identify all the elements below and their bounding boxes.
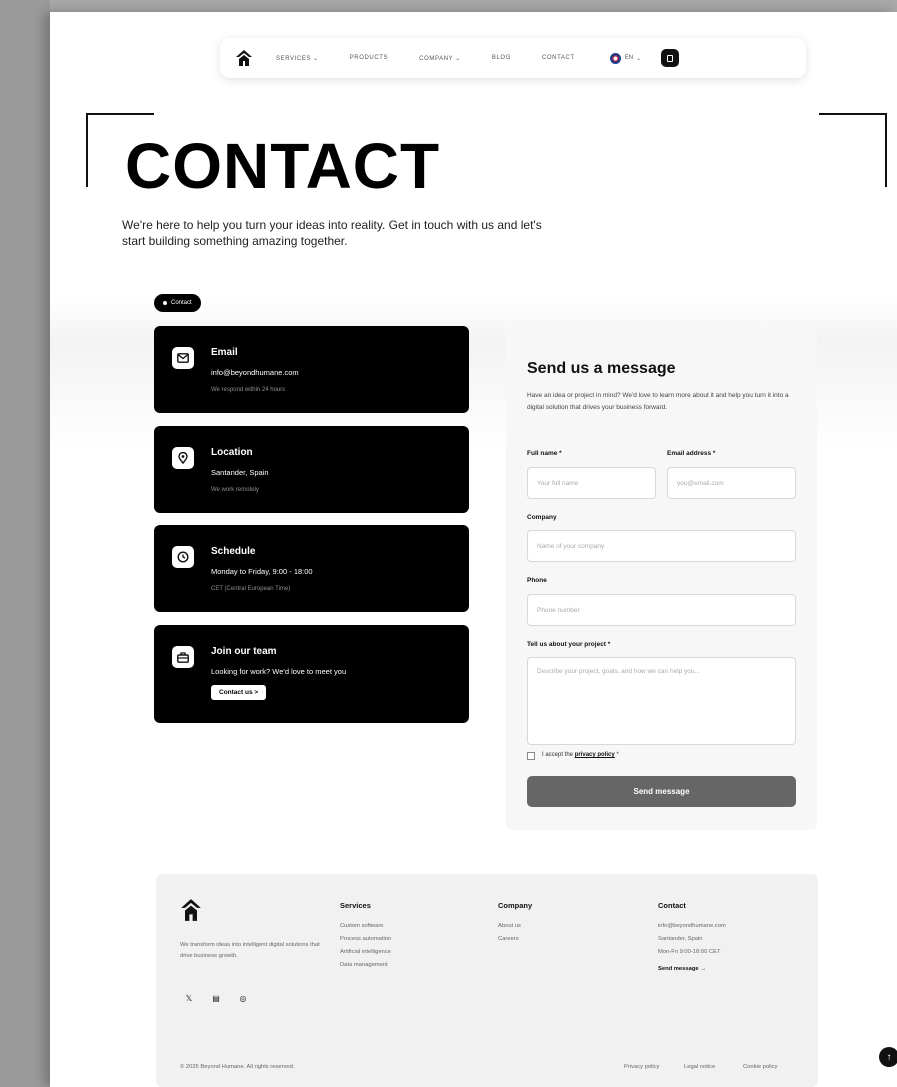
footer-heading: Contact	[658, 901, 686, 910]
footer-heading: Services	[340, 901, 371, 910]
intro-text: We're here to help you turn your ideas i…	[122, 218, 542, 248]
card-subtext: We work remotely	[211, 487, 259, 493]
company-label: Company	[527, 514, 557, 521]
logo-icon[interactable]	[234, 48, 254, 68]
card-title: Join our team	[211, 646, 277, 657]
project-label: Tell us about your project *	[527, 641, 611, 648]
full-name-label: Full name *	[527, 450, 562, 457]
card-value: Santander, Spain	[211, 468, 269, 477]
nav-item-services[interactable]: SERVICES ⌄	[276, 55, 319, 62]
project-textarea[interactable]: Describe your project, goals, and how we…	[527, 657, 796, 745]
language-label: EN	[624, 55, 634, 61]
footer-hours: Mon-Fri 9:00-18:00 CET	[658, 949, 721, 955]
copyright-text: © 2025 Beyond Humane. All rights reserve…	[180, 1064, 295, 1070]
card-subtext: We respond within 24 hours	[211, 387, 286, 393]
chevron-down-icon: ⌄	[313, 55, 319, 62]
nav-item-contact[interactable]: CONTACT	[542, 55, 575, 61]
dot-icon	[163, 301, 167, 305]
footer-services-column: Services Custom software Process automat…	[340, 901, 391, 972]
background-shade	[0, 0, 50, 1087]
footer-link[interactable]: Custom software	[340, 920, 391, 933]
footer-contact-column: Contact info@beyondhumane.com Santander,…	[658, 901, 726, 976]
company-input[interactable]: Name of your company	[527, 530, 796, 562]
top-navigation: SERVICES ⌄ PRODUCTS COMPANY ⌄ BLOG CONTACT…	[220, 38, 806, 78]
phone-label: Phone	[527, 577, 547, 584]
section-badge: Contact	[154, 294, 201, 312]
footer-link[interactable]: Artificial intelligence	[340, 946, 391, 959]
footer-company-column: Company About us Careers	[498, 901, 532, 946]
card-value: Monday to Friday, 9:00 - 18:00	[211, 567, 313, 576]
instagram-icon[interactable]: ◎	[235, 990, 251, 1006]
footer-heading: Company	[498, 901, 533, 910]
privacy-policy-footer-link[interactable]: Privacy policy	[624, 1064, 659, 1070]
card-title: Schedule	[211, 546, 256, 557]
nav-item-products[interactable]: PRODUCTS	[350, 55, 388, 61]
email-input[interactable]: you@email.com	[667, 467, 796, 499]
uk-flag-icon	[609, 52, 621, 64]
card-value: Looking for work? We'd love to meet you	[211, 667, 347, 676]
form-description: Have an idea or project in mind? We'd lo…	[527, 392, 789, 411]
email-link[interactable]: info@beyondhumane.com	[211, 368, 299, 377]
cookie-policy-link[interactable]: Cookie policy	[743, 1064, 777, 1070]
corner-bracket-right	[819, 113, 887, 187]
phone-input[interactable]: Phone number	[527, 594, 796, 626]
footer-link[interactable]: Careers	[498, 933, 532, 946]
nav-item-company[interactable]: COMPANY ⌄	[419, 55, 461, 62]
legal-notice-link[interactable]: Legal notice	[684, 1064, 715, 1070]
page: SERVICES ⌄ PRODUCTS COMPANY ⌄ BLOG CONTACT…	[50, 12, 897, 1087]
chevron-down-icon: ⌄	[455, 55, 461, 62]
join-team-card: Join our team Looking for work? We'd lov…	[154, 625, 469, 723]
privacy-consent-text: I accept the privacy policy *	[542, 752, 619, 758]
card-title: Email	[211, 347, 238, 358]
privacy-checkbox[interactable]	[527, 752, 535, 760]
schedule-card: Schedule Monday to Friday, 9:00 - 18:00 …	[154, 525, 469, 612]
arrow-up-icon: ↑	[886, 1051, 892, 1063]
nav-item-blog[interactable]: BLOG	[492, 55, 511, 61]
document-icon	[667, 54, 674, 62]
privacy-policy-link[interactable]: privacy policy	[575, 752, 615, 758]
footer-location: Santander, Spain	[658, 936, 703, 942]
envelope-icon	[172, 347, 194, 369]
footer-tagline: We transform ideas into intelligent digi…	[180, 942, 320, 959]
language-selector[interactable]: EN ⌄	[609, 52, 642, 64]
linkedin-icon[interactable]: ▤	[208, 990, 224, 1006]
email-card: Email info@beyondhumane.com We respond w…	[154, 326, 469, 413]
location-card: Location Santander, Spain We work remote…	[154, 426, 469, 513]
form-title: Send us a message	[527, 360, 676, 377]
footer-send-message-link[interactable]: Send message →	[658, 963, 726, 976]
footer-link[interactable]: Process automation	[340, 933, 391, 946]
briefcase-icon	[172, 646, 194, 668]
full-name-input[interactable]: Your full name	[527, 467, 656, 499]
scroll-to-top-button[interactable]: ↑	[879, 1047, 897, 1067]
chevron-down-icon: ⌄	[636, 55, 642, 62]
page-title: CONTACT	[125, 130, 441, 202]
send-message-button[interactable]: Send message	[527, 776, 796, 807]
x-twitter-icon[interactable]: 𝕏	[181, 990, 197, 1006]
footer-link[interactable]: About us	[498, 920, 532, 933]
footer-logo-icon[interactable]	[180, 898, 202, 922]
map-pin-icon	[172, 447, 194, 469]
email-label: Email address *	[667, 450, 716, 457]
footer-email-link[interactable]: info@beyondhumane.com	[658, 920, 726, 933]
contact-us-button[interactable]: Contact us >	[211, 685, 267, 700]
theme-toggle-button[interactable]	[661, 49, 680, 67]
card-subtext: CET (Central European Time)	[211, 586, 291, 592]
clock-icon	[172, 546, 194, 568]
card-title: Location	[211, 447, 253, 458]
footer-link[interactable]: Data management	[340, 959, 391, 972]
